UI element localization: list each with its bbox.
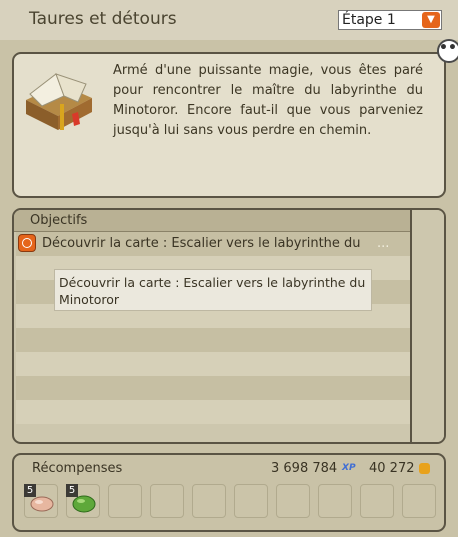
book-icon [26,73,92,130]
objectives-panel: Objectifs Découvrir la carte : Escalier … [12,208,446,444]
reward-slot[interactable] [234,484,268,518]
window-title: Taures et détours [29,9,177,29]
step-select[interactable]: Étape 1 ▼ [338,10,442,30]
objectives-title: Objectifs [30,213,88,228]
objectives-header: Objectifs [14,210,410,232]
reward-slot[interactable] [402,484,436,518]
kamas-icon [419,463,430,474]
rewards-panel: Récompenses 3 698 784 XP 40 272 5 5 [12,453,446,532]
reward-slot[interactable]: 5 [24,484,58,518]
objectives-side-column [410,210,444,442]
window-header: Taures et détours Étape 1 ▼ [0,0,458,40]
quest-description: Armé d'une puissante magie, vous êtes pa… [113,63,423,138]
chat-bubble-icon[interactable]: ••• [437,39,458,63]
objective-ellipsis: ... [377,236,390,251]
reward-slot[interactable] [318,484,352,518]
description-panel: Armé d'une puissante magie, vous êtes pa… [12,52,446,198]
list-item [16,400,410,424]
list-item [16,352,410,376]
reward-slot[interactable] [276,484,310,518]
step-select-value: Étape 1 [342,12,396,28]
list-item [16,376,410,400]
chevron-down-icon[interactable]: ▼ [422,12,440,28]
xp-value: 3 698 784 [271,461,338,476]
reward-slot[interactable]: 5 [66,484,100,518]
list-item [16,328,410,352]
rewards-title: Récompenses [32,461,123,476]
target-icon[interactable] [18,234,36,252]
reward-slot[interactable] [360,484,394,518]
reward-slot[interactable] [192,484,226,518]
xp-icon: XP [342,463,356,473]
kamas-value: 40 272 [369,461,415,476]
objective-row[interactable]: Découvrir la carte : Escalier vers le la… [16,232,410,256]
objective-tooltip: Découvrir la carte : Escalier vers le la… [54,269,372,311]
objective-text: Découvrir la carte : Escalier vers le la… [42,236,361,251]
meat-icon [30,496,54,512]
reward-slot[interactable] [150,484,184,518]
reward-slot[interactable] [108,484,142,518]
green-resource-icon [72,495,96,513]
